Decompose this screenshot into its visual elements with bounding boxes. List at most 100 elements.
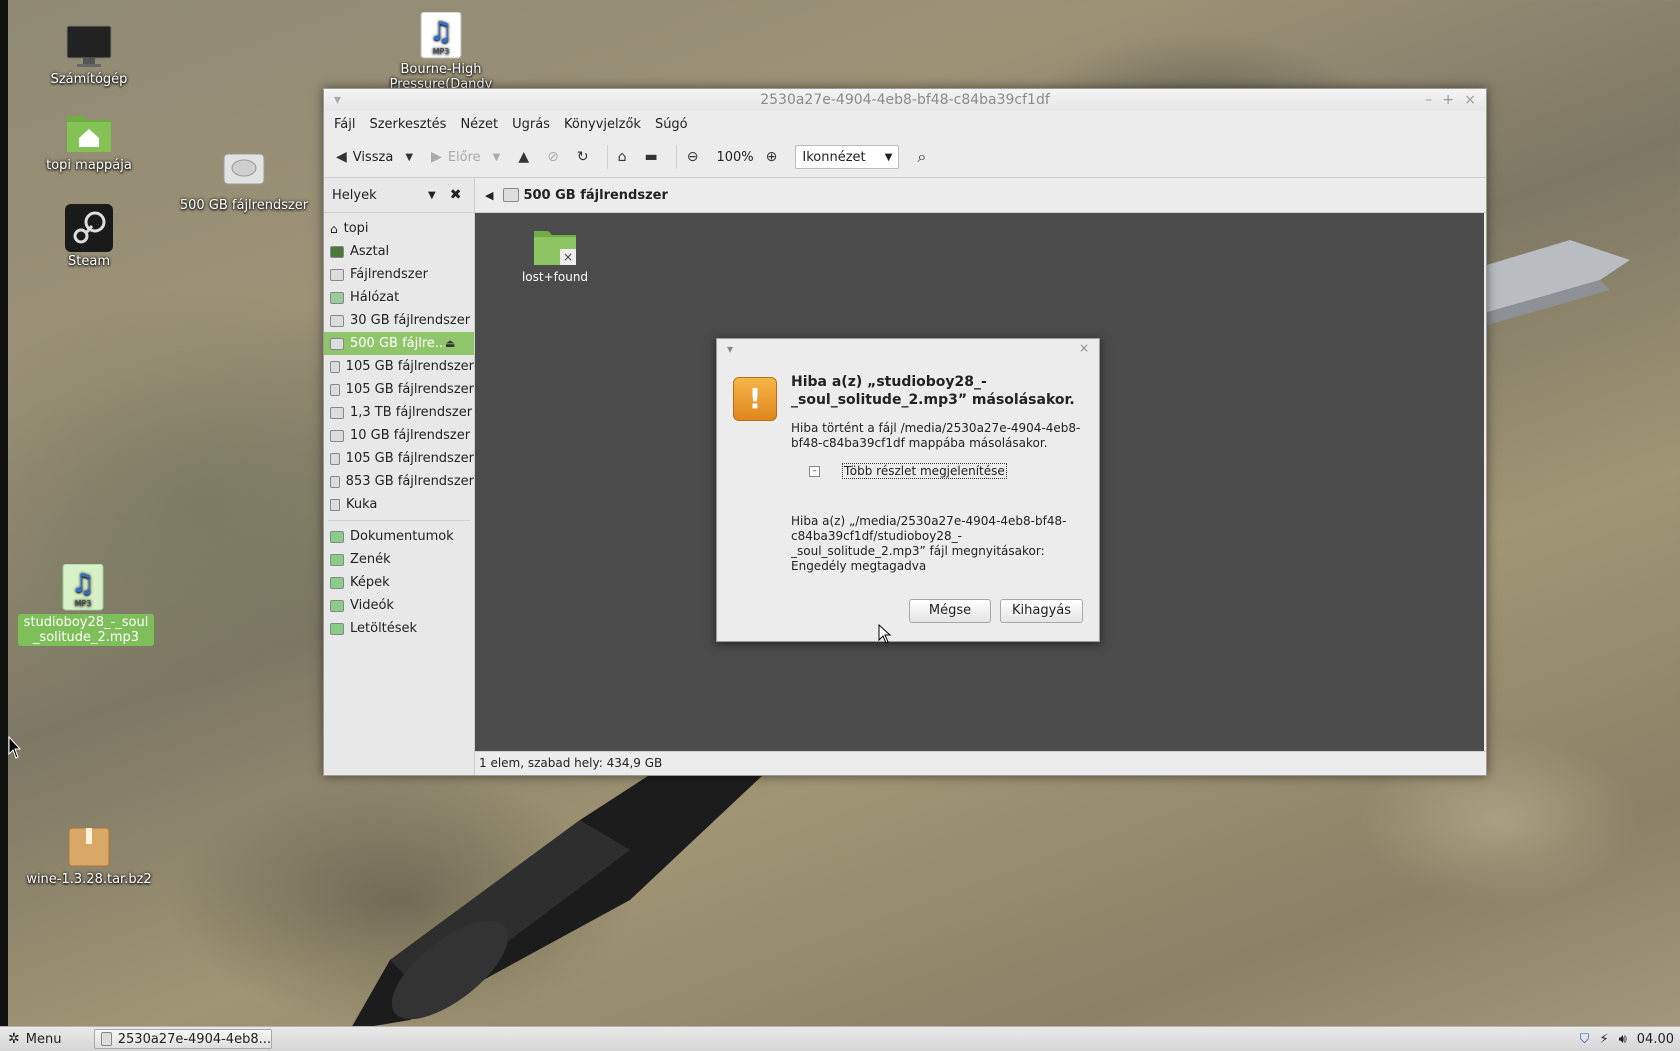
minimize-button[interactable]: –	[1425, 89, 1432, 111]
sidebar-mode-dropdown[interactable]: ▼	[428, 190, 436, 201]
desktop-icon-label: topi mappája	[46, 158, 132, 173]
forward-history-dropdown[interactable]: ▼	[493, 152, 507, 163]
desktop-icon-wine-archive[interactable]: wine-1.3.28.tar.bz2	[24, 822, 154, 887]
search-button[interactable]: ⌕	[917, 147, 932, 167]
toolbar-separator	[675, 145, 677, 169]
desktop-icon-mp3-bourne[interactable]: ♫ MP3 Bourne-High Pressure(Dandy	[376, 11, 506, 96]
cancel-button[interactable]: Mégse	[909, 599, 991, 623]
file-item-lost-found[interactable]: × lost+found	[515, 227, 595, 284]
close-button[interactable]: ×	[1464, 89, 1476, 111]
places-list: ⌂ topi Asztal Fájlrendszer Hálózat 30 GB …	[324, 213, 474, 640]
sidebar-item-drive-500gb[interactable]: 500 GB fájlre... ⏏	[324, 332, 474, 355]
drive-icon	[330, 360, 340, 373]
sidebar-close-icon[interactable]: ✖	[450, 187, 462, 203]
sidebar-item-label: 105 GB fájlrendszer	[345, 382, 474, 397]
desktop-icon-steam[interactable]: Steam	[24, 204, 154, 269]
mouse-cursor-icon	[878, 624, 892, 644]
skip-button[interactable]: Kihagyás	[1000, 599, 1083, 623]
volume-icon[interactable]: 🔊︎	[1619, 1032, 1627, 1047]
desktop-icon-mp3-studioboy[interactable]: ♫ MP3 studioboy28_-_soul_solitude_2.mp3	[18, 563, 154, 646]
home-icon: ⌂	[617, 149, 627, 165]
menu-help[interactable]: Súgó	[655, 117, 688, 132]
dialog-details: Hiba a(z) „/media/2530a27e-4904-4eb8-bf4…	[791, 514, 1067, 573]
desktop-icon	[330, 245, 344, 258]
sidebar-item-label: 500 GB fájlre...	[350, 336, 445, 351]
sidebar-item-home[interactable]: ⌂ topi	[324, 217, 474, 240]
dialog-titlebar[interactable]: ▾ ×	[717, 339, 1099, 359]
zoom-out-button[interactable]: ⊖	[687, 149, 705, 165]
sidebar-item-videos[interactable]: Videók	[324, 594, 474, 617]
back-history-dropdown[interactable]: ▼	[405, 152, 419, 163]
sidebar-item-trash[interactable]: Kuka	[324, 493, 474, 516]
menu-file[interactable]: Fájl	[334, 117, 355, 132]
copy-error-dialog: ▾ × ! Hiba a(z) „studioboy28_-_soul_soli…	[716, 338, 1100, 642]
desktop-icon-label: Számítógép	[50, 72, 128, 87]
computer-button[interactable]: ▬	[645, 149, 664, 165]
menu-view[interactable]: Nézet	[460, 117, 498, 132]
back-button[interactable]: ◀ Vissza	[336, 149, 393, 165]
stop-button[interactable]: ⊘	[547, 149, 565, 165]
view-mode-value: Ikonnézet	[802, 149, 866, 165]
view-mode-select[interactable]: Ikonnézet ▼	[795, 145, 900, 169]
folder-icon	[330, 599, 344, 612]
sidebar-item-desktop[interactable]: Asztal	[324, 240, 474, 263]
desktop-icon-home-folder[interactable]: topi mappája	[24, 108, 154, 173]
sidebar-item-downloads[interactable]: Letöltések	[324, 617, 474, 640]
dialog-close-button[interactable]: ×	[1079, 341, 1089, 355]
start-menu-button[interactable]: ✲ Menu	[0, 1031, 88, 1047]
drive-icon	[330, 406, 344, 419]
taskbar-window-button[interactable]: 2530a27e-4904-4eb8...	[94, 1029, 272, 1049]
location-bar: ◀ 500 GB fájlrendszer	[475, 178, 1486, 213]
sidebar-item-pictures[interactable]: Képek	[324, 571, 474, 594]
sidebar-item-network[interactable]: Hálózat	[324, 286, 474, 309]
location-back-arrow-icon[interactable]: ◀	[485, 189, 493, 202]
status-bar: 1 elem, szabad hely: 434,9 GB	[475, 751, 1486, 775]
sidebar-item-drive-105gb[interactable]: 105 GB fájlrendszer	[324, 378, 474, 401]
folder-icon	[330, 576, 344, 589]
mouse-cursor-icon	[8, 736, 22, 759]
details-toggle[interactable]: – Több részlet megjelenítése	[809, 463, 1007, 479]
sidebar-item-label: 105 GB fájlrendszer	[345, 359, 474, 374]
chevron-down-icon: ▼	[405, 151, 414, 163]
toolbar: ◀ Vissza ▼ ▶ Előre ▼ ▲ ⊘ ↻ ⌂ ▬ ⊖ 100% ⊕ …	[324, 137, 1486, 178]
menu-go[interactable]: Ugrás	[512, 117, 550, 132]
home-button[interactable]: ⌂	[618, 149, 633, 165]
forward-label: Előre	[447, 149, 481, 165]
drive-icon	[330, 337, 344, 350]
up-button[interactable]: ▲	[518, 149, 535, 165]
mp3-file-icon: ♫ MP3	[59, 563, 107, 612]
network-icon[interactable]: ⚡	[1599, 1032, 1608, 1047]
eject-icon[interactable]: ⏏	[445, 337, 455, 350]
svg-text:×: ×	[563, 250, 573, 264]
sidebar-item-documents[interactable]: Dokumentumok	[324, 525, 474, 548]
sidebar-item-music[interactable]: Zenék	[324, 548, 474, 571]
shield-icon[interactable]: ⛉	[1580, 1032, 1590, 1047]
sidebar-item-drive-1-3tb[interactable]: 1,3 TB fájlrendszer	[324, 401, 474, 424]
zoom-in-button[interactable]: ⊕	[766, 149, 784, 165]
sidebar-item-label: Letöltések	[350, 621, 418, 636]
sidebar-item-drive-853gb[interactable]: 853 GB fájlrendszer	[324, 470, 474, 493]
window-titlebar[interactable]: ▾ 2530a27e-4904-4eb8-bf48-c84ba39cf1df –…	[324, 89, 1486, 111]
dialog-menu-icon[interactable]: ▾	[727, 342, 733, 356]
desktop-icon-computer[interactable]: Számítógép	[24, 22, 154, 87]
maximize-button[interactable]: +	[1442, 89, 1454, 111]
drive-icon	[330, 429, 344, 442]
sidebar-item-drive-105gb[interactable]: 105 GB fájlrendszer	[324, 447, 474, 470]
location-button[interactable]: 500 GB fájlrendszer	[523, 188, 667, 203]
sidebar-item-drive-105gb[interactable]: 105 GB fájlrendszer	[324, 355, 474, 378]
clock[interactable]: 04.00	[1637, 1032, 1674, 1047]
menu-bookmarks[interactable]: Könyvjelzők	[564, 117, 641, 132]
sidebar-item-drive-10gb[interactable]: 10 GB fájlrendszer	[324, 424, 474, 447]
sidebar-item-label: topi	[343, 221, 369, 236]
sidebar-item-drive-30gb[interactable]: 30 GB fájlrendszer	[324, 309, 474, 332]
forward-button[interactable]: ▶ Előre	[431, 149, 481, 165]
window-menu-icon[interactable]: ▾	[334, 89, 341, 111]
desktop-icon-drive-500gb[interactable]: 500 GB fájlrendszer	[179, 148, 309, 213]
start-menu-label: Menu	[25, 1031, 62, 1047]
reload-button[interactable]: ↻	[577, 149, 595, 165]
mp3-file-icon: ♫ MP3	[417, 11, 465, 60]
menu-edit[interactable]: Szerkesztés	[369, 117, 446, 132]
drive-icon	[330, 314, 344, 327]
sidebar-item-filesystem[interactable]: Fájlrendszer	[324, 263, 474, 286]
drive-icon	[330, 268, 344, 281]
